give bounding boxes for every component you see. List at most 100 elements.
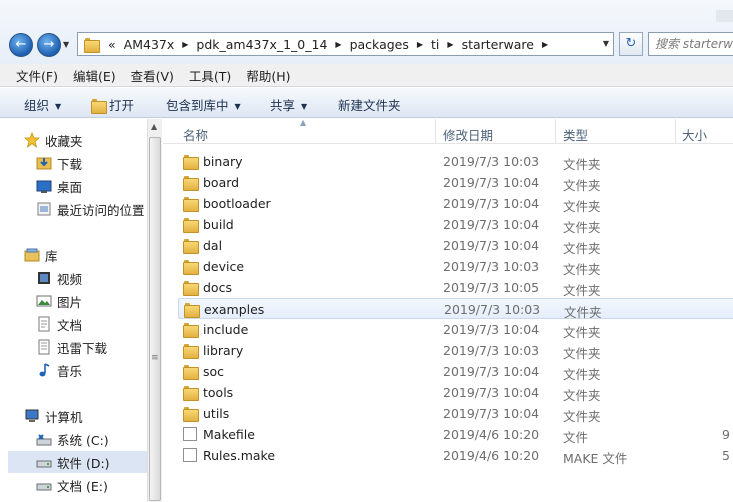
file-icon [183, 427, 197, 441]
open-button[interactable]: 打开 [91, 95, 134, 114]
share-button[interactable]: 共享 ▼ [270, 95, 307, 114]
file-row[interactable]: utils 2019/7/3 10:04 文件夹 [178, 403, 733, 424]
nav-favorites-label: 收藏夹 [45, 133, 83, 149]
breadcrumb-separator-icon[interactable]: ▶ [538, 40, 552, 49]
file-row[interactable]: binary 2019/7/3 10:03 文件夹 [178, 151, 733, 172]
menu-help[interactable]: 帮助(H) [236, 66, 295, 85]
address-dropdown-icon[interactable]: ▼ [603, 39, 609, 48]
file-date: 2019/7/3 10:04 [443, 196, 540, 211]
nav-documents[interactable]: 文档 [36, 313, 82, 335]
breadcrumb-separator-icon[interactable]: ▶ [331, 40, 345, 49]
computer-icon [24, 408, 40, 424]
file-name: include [203, 322, 249, 337]
file-row[interactable]: library 2019/7/3 10:03 文件夹 [178, 340, 733, 361]
scrollbar-thumb[interactable] [149, 137, 161, 501]
star-icon [23, 131, 41, 149]
file-row[interactable]: docs 2019/7/3 10:05 文件夹 [178, 277, 733, 298]
menu-tools[interactable]: 工具(T) [179, 66, 236, 85]
file-type: 文件夹 [563, 325, 601, 340]
breadcrumb-starterware[interactable]: starterware [458, 37, 538, 52]
breadcrumb-separator-icon[interactable]: ▶ [443, 40, 457, 49]
nav-drive-e[interactable]: 文档 (E:) [36, 474, 108, 496]
file-list: ▲ 名称 修改日期 类型 大小 binary 2019/7/3 10:03 文件夹 b… [163, 119, 733, 502]
organize-button[interactable]: 组织 ▼ [24, 95, 61, 114]
navigation-scrollbar[interactable]: ▲ ≡ [147, 119, 162, 502]
nav-videos[interactable]: 视频 [36, 267, 82, 289]
document-icon [36, 316, 52, 332]
column-divider[interactable] [555, 119, 556, 144]
breadcrumb-pdk[interactable]: pdk_am437x_1_0_14 [192, 37, 331, 52]
nav-downloads[interactable]: 下载 [36, 152, 82, 174]
file-size: 5 [722, 448, 730, 463]
breadcrumb-ti[interactable]: ti [427, 37, 443, 52]
nav-favorites[interactable]: 收藏夹 [23, 129, 83, 151]
file-row[interactable]: Makefile 2019/4/6 10:20 文件 9 [178, 424, 733, 445]
recent-pages-dropdown[interactable]: ▼ [63, 40, 69, 49]
file-row[interactable]: device 2019/7/3 10:03 文件夹 [178, 256, 733, 277]
nav-thunder-downloads[interactable]: 迅雷下载 [36, 336, 107, 358]
file-row[interactable]: dal 2019/7/3 10:04 文件夹 [178, 235, 733, 256]
file-row[interactable]: Rules.make 2019/4/6 10:20 MAKE 文件 5 [178, 445, 733, 466]
address-bar[interactable]: « AM437x ▶ pdk_am437x_1_0_14 ▶ packages … [77, 32, 614, 56]
nav-computer[interactable]: 计算机 [24, 405, 83, 427]
back-button[interactable]: ← [9, 33, 33, 57]
file-row[interactable]: include 2019/7/3 10:04 文件夹 [178, 319, 733, 340]
nav-pictures-label: 图片 [57, 294, 83, 310]
file-row[interactable]: examples 2019/7/3 10:03 文件夹 [178, 298, 733, 320]
refresh-button[interactable]: ↻ [619, 32, 643, 56]
nav-pictures[interactable]: 图片 [36, 290, 82, 312]
new-folder-button[interactable]: 新建文件夹 [338, 95, 401, 114]
column-divider[interactable] [675, 119, 676, 144]
file-name: device [203, 259, 245, 274]
scroll-up-arrow-icon[interactable]: ▲ [151, 122, 157, 131]
file-date: 2019/7/3 10:04 [443, 175, 540, 190]
file-date: 2019/7/3 10:04 [443, 364, 540, 379]
folder-icon [183, 154, 199, 170]
menu-file[interactable]: 文件(F) [6, 66, 63, 85]
search-box[interactable] [648, 32, 733, 56]
desktop-icon [36, 178, 52, 194]
breadcrumb-packages[interactable]: packages [346, 37, 413, 52]
file-row[interactable]: soc 2019/7/3 10:04 文件夹 [178, 361, 733, 382]
nav-drive-d[interactable]: 软件 (D:) [8, 451, 147, 473]
menu-edit[interactable]: 编辑(E) [63, 66, 121, 85]
column-date[interactable]: 修改日期 [443, 125, 493, 144]
nav-recent-places[interactable]: 最近访问的位置 [36, 198, 145, 220]
column-name[interactable]: 名称 [183, 125, 208, 144]
breadcrumb-overflow[interactable]: « [104, 37, 120, 52]
chevron-down-icon: ▼ [234, 102, 241, 111]
command-bar: 组织 ▼ 打开 包含到库中 ▼ 共享 ▼ 新建文件夹 [0, 88, 733, 118]
column-divider[interactable] [435, 119, 436, 144]
breadcrumb-separator-icon[interactable]: ▶ [413, 40, 427, 49]
file-name: utils [203, 406, 230, 421]
nav-music[interactable]: 音乐 [36, 359, 82, 381]
breadcrumb-separator-icon[interactable]: ▶ [178, 40, 192, 49]
file-date: 2019/7/3 10:04 [443, 217, 540, 232]
file-row[interactable]: build 2019/7/3 10:04 文件夹 [178, 214, 733, 235]
menu-view[interactable]: 查看(V) [121, 66, 179, 85]
file-date: 2019/4/6 10:20 [443, 448, 540, 463]
nav-libraries[interactable]: 库 [24, 244, 58, 266]
nav-drive-c[interactable]: 系统 (C:) [36, 428, 109, 450]
nav-thunder-downloads-label: 迅雷下载 [57, 340, 108, 356]
include-in-library-button[interactable]: 包含到库中 ▼ [166, 95, 241, 114]
nav-recent-places-label: 最近访问的位置 [57, 202, 145, 218]
file-name: docs [203, 280, 232, 295]
file-row[interactable]: bootloader 2019/7/3 10:04 文件夹 [178, 193, 733, 214]
file-type: 文件夹 [563, 157, 601, 172]
file-row[interactable]: tools 2019/7/3 10:04 文件夹 [178, 382, 733, 403]
forward-button[interactable]: → [37, 33, 61, 57]
file-name: build [203, 217, 234, 232]
breadcrumb-am437x[interactable]: AM437x [120, 37, 179, 52]
file-type: MAKE 文件 [563, 451, 628, 466]
column-size[interactable]: 大小 [682, 125, 707, 144]
file-row[interactable]: board 2019/7/3 10:04 文件夹 [178, 172, 733, 193]
library-icon [24, 247, 40, 263]
search-input[interactable] [649, 33, 733, 55]
nav-downloads-label: 下载 [57, 156, 83, 172]
file-name: Rules.make [203, 448, 276, 463]
window-edge [716, 10, 733, 22]
column-type[interactable]: 类型 [563, 125, 588, 144]
file-date: 2019/7/3 10:03 [443, 259, 540, 274]
nav-desktop[interactable]: 桌面 [36, 175, 82, 197]
